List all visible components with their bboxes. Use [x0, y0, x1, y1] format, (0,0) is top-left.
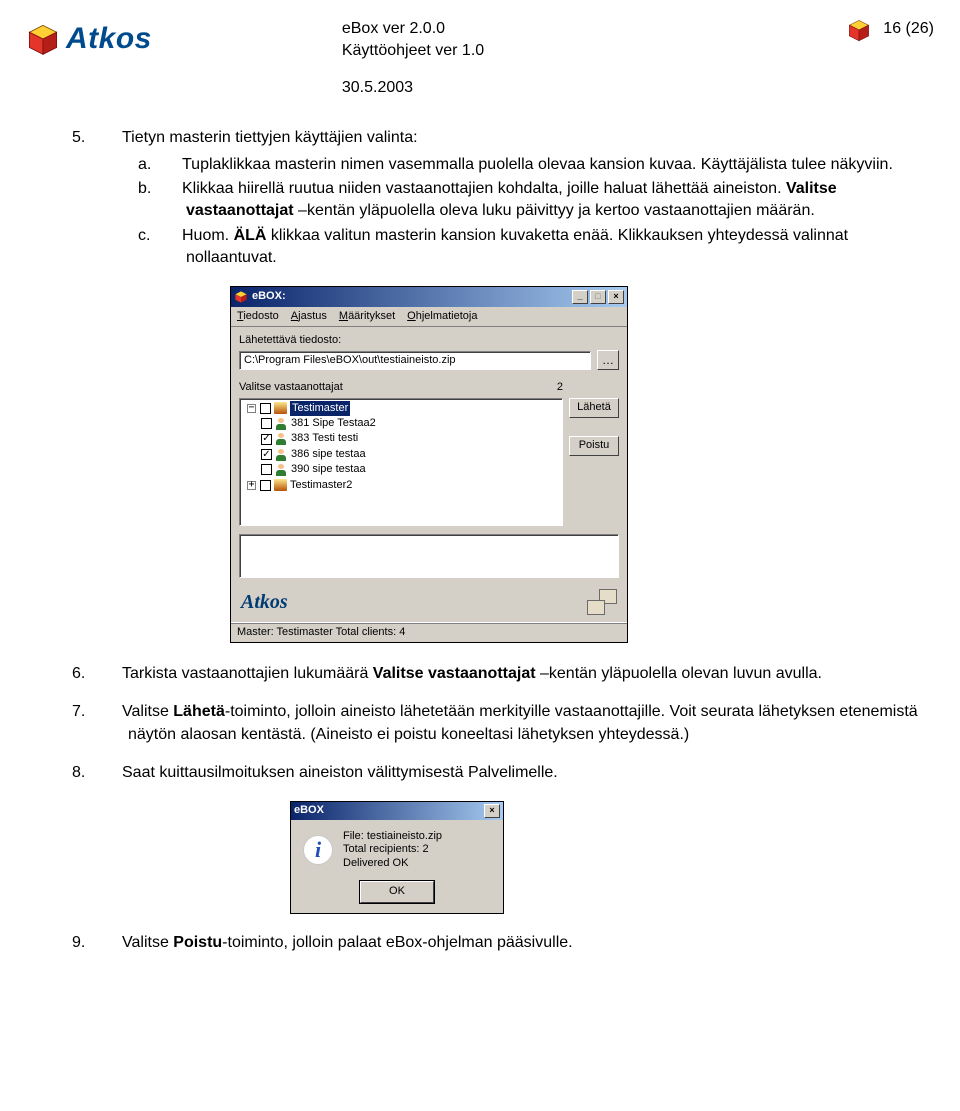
dialog-screenshot: eBOX × i File: testiaineisto.zip Total r…	[290, 801, 934, 914]
close-button[interactable]: ×	[608, 290, 624, 304]
window-title: eBOX:	[252, 289, 572, 304]
app-icon	[234, 290, 248, 304]
tree-item[interactable]: ✓ 386 sipe testaa	[260, 447, 560, 462]
instructions-list-cont: 6.Tarkista vastaanottajien lukumäärä Val…	[100, 663, 934, 785]
ebox-window: eBOX: _ □ × Tiedosto Ajastus Määritykset…	[230, 286, 628, 644]
recipients-tree[interactable]: − Testimaster	[239, 398, 563, 526]
folder-icon	[274, 479, 287, 491]
menu-tiedosto[interactable]: Tiedosto	[237, 309, 279, 324]
status-bar: Master: Testimaster Total clients: 4	[231, 622, 627, 642]
tree-master-1[interactable]: − Testimaster	[246, 401, 560, 416]
person-icon	[275, 449, 288, 461]
info-icon: i	[303, 835, 333, 865]
step-6: 6.Tarkista vastaanottajien lukumäärä Val…	[100, 663, 934, 685]
network-icon	[587, 589, 617, 615]
checkbox-checked[interactable]: ✓	[261, 449, 272, 460]
file-path-input[interactable]: C:\Program Files\eBOX\out\testiaineisto.…	[239, 351, 591, 370]
step-5c: c.Huom. ÄLÄ klikkaa valitun masterin kan…	[162, 225, 934, 270]
minimize-button[interactable]: _	[572, 290, 588, 304]
ebox-screenshot: eBOX: _ □ × Tiedosto Ajastus Määritykset…	[230, 286, 934, 644]
recipients-label: Valitse vastaanottajat	[239, 380, 343, 395]
menu-ajastus[interactable]: Ajastus	[291, 309, 327, 324]
checkbox[interactable]	[261, 418, 272, 429]
step-5a: a.Tuplaklikkaa masterin nimen vasemmalla…	[162, 154, 934, 176]
window-titlebar: eBOX: _ □ ×	[231, 287, 627, 307]
header-center: eBox ver 2.0.0 Käyttöohjeet ver 1.0 30.5…	[152, 18, 847, 99]
dialog-title: eBOX	[294, 803, 484, 818]
tree-item[interactable]: 390 sipe testaa	[260, 462, 560, 477]
step-9: 9.Valitse Poistu-toiminto, jolloin palaa…	[100, 932, 934, 954]
instructions-list: 5.Tietyn masterin tiettyjen käyttäjien v…	[100, 127, 934, 269]
brand-label: Atkos	[241, 588, 288, 616]
tree-master-2[interactable]: + Testimaster2	[246, 478, 560, 493]
checkbox[interactable]	[260, 403, 271, 414]
person-icon	[275, 433, 288, 445]
maximize-button[interactable]: □	[590, 290, 606, 304]
tree-item[interactable]: 381 Sipe Testaa2	[260, 416, 560, 431]
progress-box	[239, 534, 619, 578]
menu-bar: Tiedosto Ajastus Määritykset Ohjelmatiet…	[231, 307, 627, 327]
cube-icon	[26, 22, 60, 56]
step-8: 8.Saat kuittausilmoituksen aineiston väl…	[100, 762, 934, 784]
doc-date: 30.5.2003	[342, 77, 847, 99]
folder-icon	[274, 402, 287, 414]
doc-title-1: eBox ver 2.0.0	[342, 18, 847, 40]
step-7: 7.Valitse Lähetä-toiminto, jolloin ainei…	[100, 701, 934, 746]
dialog-message: File: testiaineisto.zip Total recipients…	[343, 830, 442, 871]
collapse-icon[interactable]: −	[247, 404, 256, 413]
checkbox[interactable]	[260, 480, 271, 491]
confirmation-dialog: eBOX × i File: testiaineisto.zip Total r…	[290, 801, 504, 914]
menu-maaritykset[interactable]: Määritykset	[339, 309, 395, 324]
step-5: 5.Tietyn masterin tiettyjen käyttäjien v…	[100, 127, 934, 269]
exit-button[interactable]: Poistu	[569, 436, 619, 456]
dialog-titlebar: eBOX ×	[291, 802, 503, 820]
person-icon	[275, 418, 288, 430]
cube-icon	[847, 18, 871, 42]
step-5-sublist: a.Tuplaklikkaa masterin nimen vasemmalla…	[128, 154, 934, 270]
checkbox[interactable]	[261, 464, 272, 475]
recipients-count: 2	[557, 380, 563, 395]
close-button[interactable]: ×	[484, 804, 500, 818]
ok-button[interactable]: OK	[360, 881, 434, 903]
page-header: Atkos eBox ver 2.0.0 Käyttöohjeet ver 1.…	[26, 18, 934, 99]
expand-icon[interactable]: +	[247, 481, 256, 490]
instructions-list-end: 9.Valitse Poistu-toiminto, jolloin palaa…	[100, 932, 934, 954]
file-label: Lähetettävä tiedosto:	[239, 333, 619, 348]
send-button[interactable]: Lähetä	[569, 398, 619, 418]
step-5b: b.Klikkaa hiirellä ruutua niiden vastaan…	[162, 178, 934, 223]
checkbox-checked[interactable]: ✓	[261, 434, 272, 445]
page-number: 16 (26)	[883, 18, 934, 40]
doc-title-2: Käyttöohjeet ver 1.0	[342, 40, 847, 62]
person-icon	[275, 464, 288, 476]
tree-item[interactable]: ✓ 383 Testi testi	[260, 431, 560, 446]
header-right: 16 (26)	[847, 18, 934, 42]
menu-ohjelmatietoja[interactable]: Ohjelmatietoja	[407, 309, 477, 324]
brand-name: Atkos	[66, 18, 152, 60]
browse-button[interactable]: …	[597, 350, 619, 370]
brand-logo: Atkos	[26, 18, 152, 60]
